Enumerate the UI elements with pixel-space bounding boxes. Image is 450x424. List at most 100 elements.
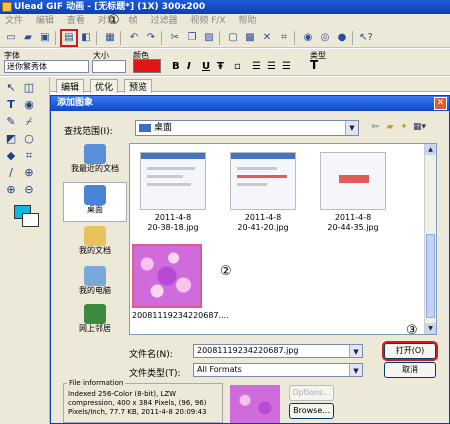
delete-frame-icon[interactable]: ✕	[260, 31, 274, 45]
tab-optimize[interactable]: 优化	[90, 79, 119, 93]
copy-icon[interactable]: ❐	[185, 31, 199, 45]
add-image-icon[interactable]: ▤	[60, 28, 78, 47]
bold-button[interactable]: B	[172, 61, 180, 72]
align-left-icon[interactable]: ☰	[252, 61, 261, 72]
menu-bar: 文件 编辑 查看 对象 帧 过滤器 视频 F/X 帮助	[0, 14, 450, 28]
menu-video-fx[interactable]: 视频 F/X	[185, 16, 230, 26]
file-item[interactable]: 2011-4-8 20-38-18.jpg	[134, 152, 212, 233]
cut-icon[interactable]: ✂	[168, 31, 182, 45]
background-color-swatch[interactable]	[22, 213, 39, 227]
undo-icon[interactable]: ↶	[127, 31, 141, 45]
tool-panel: ↖ ◫ T ◉ ✎ ⌿ ◩ ○ ◆ ⌗ ∕ ⊕ ⊕ ⊖	[0, 77, 50, 424]
frame-properties-icon[interactable]: ▩	[243, 31, 257, 45]
eyedropper-icon[interactable]: ⌿	[22, 115, 36, 129]
frame-icon[interactable]: ▢	[226, 31, 240, 45]
tab-preview[interactable]: 预览	[124, 79, 153, 93]
menu-filter[interactable]: 过滤器	[145, 16, 182, 26]
flower-image-thumbnail	[132, 244, 202, 308]
underline-button[interactable]: U	[202, 61, 210, 72]
lasso-tool-icon[interactable]: ◉	[22, 98, 36, 112]
toolbar-separator	[55, 30, 59, 45]
lookin-select[interactable]: 桌面 ▼	[135, 120, 359, 136]
chevron-down-icon[interactable]: ▼	[345, 121, 358, 135]
save-icon[interactable]: ▣	[38, 31, 52, 45]
zoom-in-icon[interactable]: ⊕	[4, 183, 18, 197]
text-color-swatch[interactable]	[133, 59, 161, 73]
italic-button[interactable]: I	[187, 61, 191, 72]
chevron-down-icon[interactable]: ▼	[349, 345, 362, 357]
redo-icon[interactable]: ↷	[144, 31, 158, 45]
eraser-icon[interactable]: ◩	[4, 132, 18, 146]
options-button[interactable]: Options...	[289, 385, 334, 401]
file-list-scrollbar[interactable]: ▲ ▼	[424, 144, 436, 334]
tab-edit[interactable]: 编辑	[56, 79, 85, 93]
place-label: 我的电脑	[79, 286, 111, 295]
app-title: Ulead GIF 动画 - [无标题*] (1X) 300x200	[14, 2, 206, 12]
place-desktop[interactable]: 桌面	[63, 182, 127, 222]
file-item-selected[interactable]: 20081119234220687....	[132, 244, 229, 321]
annotation-two: ②	[220, 264, 232, 279]
menu-edit[interactable]: 编辑	[31, 16, 59, 26]
file-item[interactable]: 2011-4-8 20-41-20.jpg	[224, 152, 302, 233]
crop-tool-icon[interactable]: ⌗	[22, 149, 36, 163]
view-menu-icon[interactable]: ▦▾	[413, 121, 426, 133]
preview-icon[interactable]: ◎	[318, 31, 332, 45]
align-right-icon[interactable]: ☰	[282, 61, 291, 72]
menu-frame[interactable]: 帧	[124, 16, 143, 26]
font-select[interactable]: 迷你繁秀体	[4, 60, 89, 73]
toolbar-separator	[352, 30, 356, 45]
menu-file[interactable]: 文件	[0, 16, 28, 26]
scroll-down-icon[interactable]: ▼	[425, 323, 436, 334]
lookin-label: 查找范围(I):	[64, 127, 113, 137]
size-select[interactable]	[92, 60, 126, 73]
menu-help[interactable]: 帮助	[233, 16, 261, 26]
close-icon[interactable]: ✕	[434, 97, 447, 110]
pick-tool-icon[interactable]: ↖	[4, 81, 18, 95]
paste-icon[interactable]: ▨	[202, 31, 216, 45]
place-my-documents[interactable]: 我的文档	[63, 224, 127, 264]
strikeout-icon[interactable]: Ŧ	[217, 61, 224, 72]
annotation-one: ①	[108, 13, 120, 28]
pan-tool-icon[interactable]: ⊕	[22, 166, 36, 180]
filetype-select[interactable]: All Formats ▼	[193, 363, 363, 377]
file-thumbnail	[140, 152, 206, 210]
open-button[interactable]: 打开(O)	[382, 341, 438, 361]
crop-icon[interactable]: ⌗	[277, 31, 291, 45]
ellipse-tool-icon[interactable]: ○	[22, 132, 36, 146]
zoom-out-icon[interactable]: ⊖	[22, 183, 36, 197]
import-icon[interactable]: ▦	[103, 31, 117, 45]
file-list: 2011-4-8 20-38-18.jpg 2011-4-8 20-41-20.…	[129, 143, 437, 335]
menu-view[interactable]: 查看	[62, 16, 90, 26]
chevron-down-icon[interactable]: ▼	[349, 364, 362, 376]
file-name-line2: 20-44-35.jpg	[327, 223, 379, 232]
filename-input[interactable]: 20081119234220687.jpg ▼	[193, 344, 363, 358]
text-tool-icon[interactable]: T	[4, 98, 18, 112]
file-item[interactable]: 2011-4-8 20-44-35.jpg	[314, 152, 392, 233]
help-pointer-icon[interactable]: ↖?	[359, 31, 373, 45]
scrollbar-thumb[interactable]	[426, 234, 435, 318]
back-arrow-icon[interactable]: ⇦	[369, 121, 381, 133]
new-folder-icon[interactable]: ✦	[398, 121, 410, 133]
line-tool-icon[interactable]: ∕	[4, 166, 18, 180]
file-name-line1: 2011-4-8	[244, 213, 282, 222]
brush-tool-icon[interactable]: ✎	[4, 115, 18, 129]
shadow-icon[interactable]: ▫	[234, 61, 241, 72]
open-folder-icon[interactable]: ▰	[21, 31, 35, 45]
web-icon[interactable]: ◉	[301, 31, 315, 45]
scroll-up-icon[interactable]: ▲	[425, 144, 436, 155]
new-file-icon[interactable]: ▭	[4, 31, 18, 45]
align-center-icon[interactable]: ☰	[267, 61, 276, 72]
place-network[interactable]: 网上邻居	[63, 302, 127, 342]
place-recent[interactable]: 我最近的文档	[63, 142, 127, 182]
cancel-button[interactable]: 取消	[384, 362, 436, 378]
fill-tool-icon[interactable]: ◆	[4, 149, 18, 163]
text-type-icon[interactable]: T	[310, 58, 318, 72]
optimize-icon[interactable]: ●	[335, 31, 349, 45]
app-icon	[2, 2, 12, 12]
file-name-line1: 20081119234220687....	[132, 311, 229, 320]
add-video-icon[interactable]: ◧	[79, 31, 93, 45]
up-folder-icon[interactable]: ▰	[384, 121, 396, 133]
browse-button[interactable]: Browse...	[289, 403, 334, 419]
place-my-computer[interactable]: 我的电脑	[63, 264, 127, 304]
marquee-tool-icon[interactable]: ◫	[22, 81, 36, 95]
